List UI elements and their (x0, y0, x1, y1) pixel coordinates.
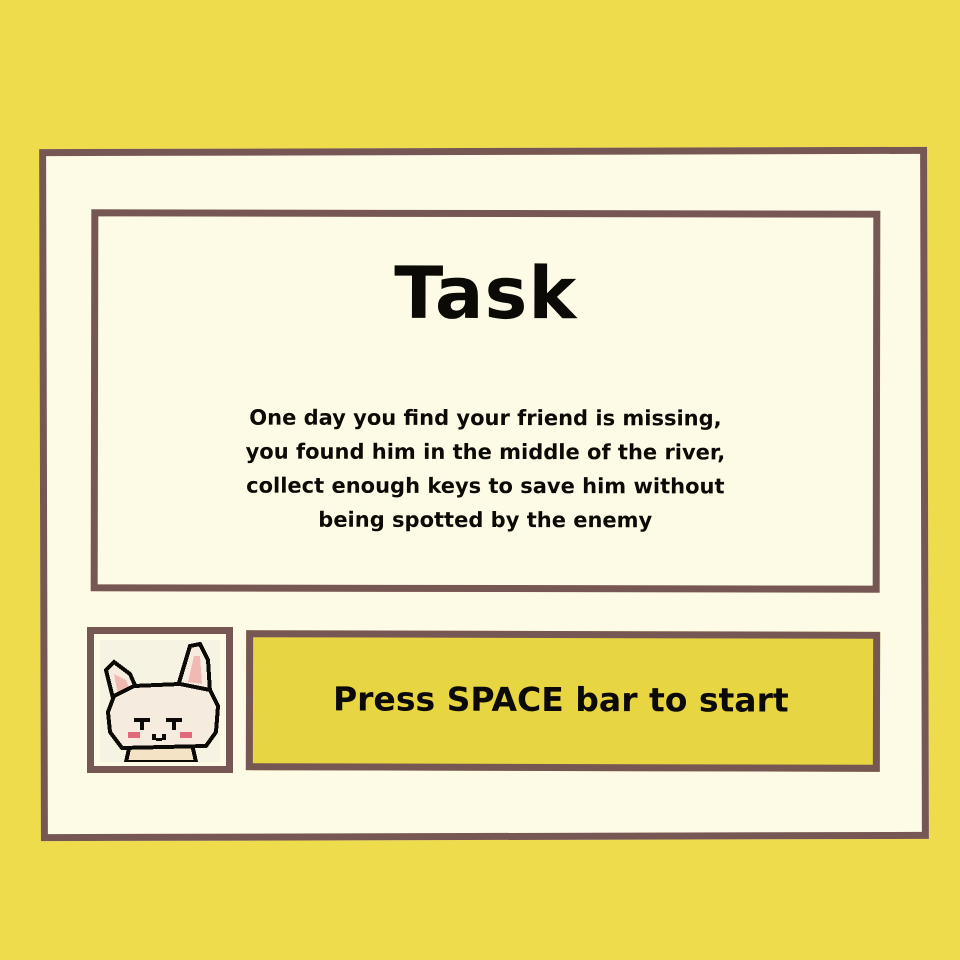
task-description-line: being spotted by the enemy (318, 507, 653, 533)
start-prompt-box[interactable]: Press SPACE bar to start (245, 630, 881, 772)
cat-face-icon (100, 640, 220, 762)
task-description-line: One day you find your friend is missing, (249, 405, 722, 431)
task-description-line: collect enough keys to save him without (246, 473, 725, 499)
character-portrait (87, 627, 233, 773)
task-description-line: you found him in the middle of the river… (245, 439, 726, 465)
task-panel: Task One day you find your friend is mis… (90, 209, 881, 593)
task-title: Task (394, 250, 578, 336)
start-prompt-label: Press SPACE bar to start (332, 679, 789, 720)
task-description: One day you find your friend is missing,… (178, 400, 793, 537)
